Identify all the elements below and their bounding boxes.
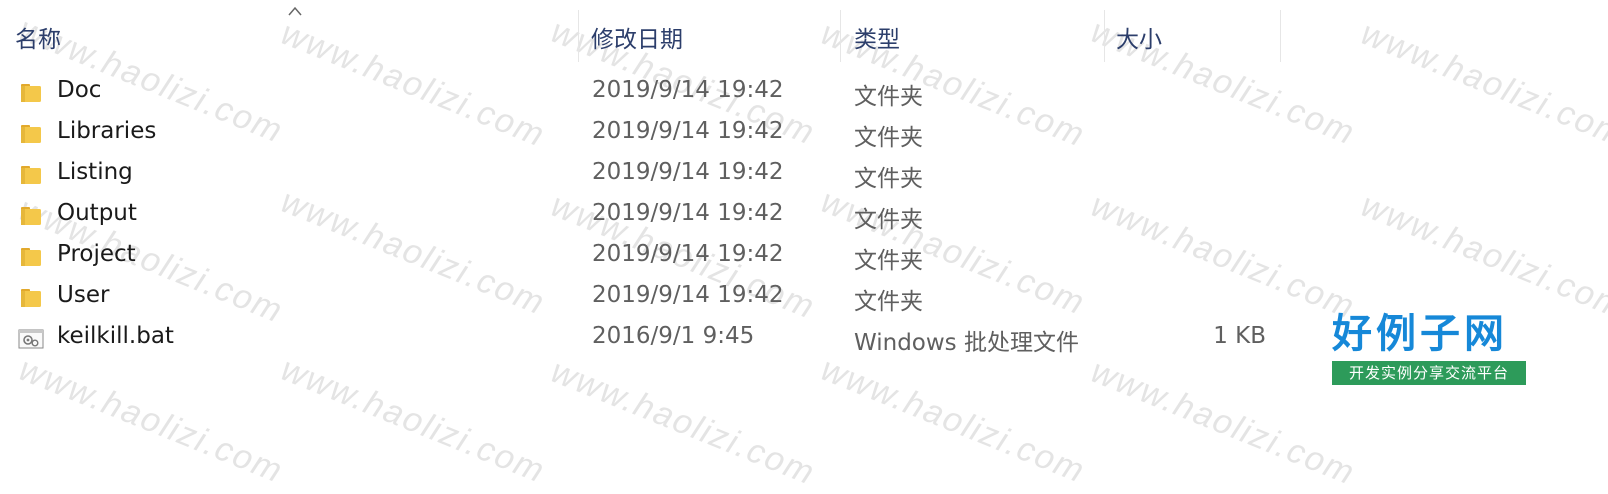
folder-icon <box>21 289 41 307</box>
watermark: www.haolizi.com <box>545 352 821 493</box>
modified-date: 2019/9/14 19:42 <box>592 282 784 308</box>
column-separator[interactable] <box>840 10 841 62</box>
column-header-bar: 名称 修改日期 类型 大小 <box>0 0 1608 72</box>
modified-date: 2019/9/14 19:42 <box>592 241 784 267</box>
column-header-size[interactable]: 大小 <box>1116 20 1162 54</box>
site-logo: 好例子网 开发实例分享交流平台 <box>1332 310 1528 388</box>
file-name: Libraries <box>57 118 157 144</box>
folder-icon <box>21 125 41 143</box>
column-header-date[interactable]: 修改日期 <box>591 20 683 54</box>
column-separator[interactable] <box>1104 10 1105 62</box>
file-name: Project <box>57 241 136 267</box>
modified-date: 2016/9/1 9:45 <box>592 323 755 349</box>
file-type: 文件夹 <box>854 207 923 233</box>
modified-date: 2019/9/14 19:42 <box>592 200 784 226</box>
folder-icon <box>21 166 41 184</box>
column-separator[interactable] <box>578 10 579 62</box>
folder-icon <box>21 207 41 225</box>
watermark: www.haolizi.com <box>815 350 1091 491</box>
folder-icon <box>21 84 41 102</box>
watermark: www.haolizi.com <box>1085 352 1361 493</box>
file-type: 文件夹 <box>854 248 923 274</box>
modified-date: 2019/9/14 19:42 <box>592 77 784 103</box>
column-header-name[interactable]: 名称 <box>15 20 61 54</box>
modified-date: 2019/9/14 19:42 <box>592 159 784 185</box>
caret-up-icon <box>288 6 302 16</box>
file-name: Listing <box>57 159 133 185</box>
file-type: Windows 批处理文件 <box>854 330 1079 356</box>
file-type: 文件夹 <box>854 125 923 151</box>
file-type: 文件夹 <box>854 84 923 110</box>
logo-tagline: 开发实例分享交流平台 <box>1332 361 1526 385</box>
file-size: 1 KB <box>1213 323 1266 349</box>
file-row[interactable]: Listing 2019/9/14 19:42 文件夹 <box>0 154 1608 195</box>
file-row[interactable]: Doc 2019/9/14 19:42 文件夹 <box>0 72 1608 113</box>
folder-icon <box>21 248 41 266</box>
file-name: Doc <box>57 77 102 103</box>
column-header-type[interactable]: 类型 <box>854 20 900 54</box>
watermark: www.haolizi.com <box>13 350 289 491</box>
file-type: 文件夹 <box>854 166 923 192</box>
file-row[interactable]: Output 2019/9/14 19:42 文件夹 <box>0 195 1608 236</box>
file-row[interactable]: Libraries 2019/9/14 19:42 文件夹 <box>0 113 1608 154</box>
file-name: User <box>57 282 110 308</box>
logo-title: 好例子网 <box>1332 311 1508 357</box>
column-separator[interactable] <box>1280 10 1281 62</box>
file-row[interactable]: Project 2019/9/14 19:42 文件夹 <box>0 236 1608 277</box>
batch-file-icon <box>18 329 44 349</box>
modified-date: 2019/9/14 19:42 <box>592 118 784 144</box>
file-name: keilkill.bat <box>57 323 174 349</box>
file-name: Output <box>57 200 137 226</box>
file-type: 文件夹 <box>854 289 923 315</box>
watermark: www.haolizi.com <box>275 350 551 491</box>
